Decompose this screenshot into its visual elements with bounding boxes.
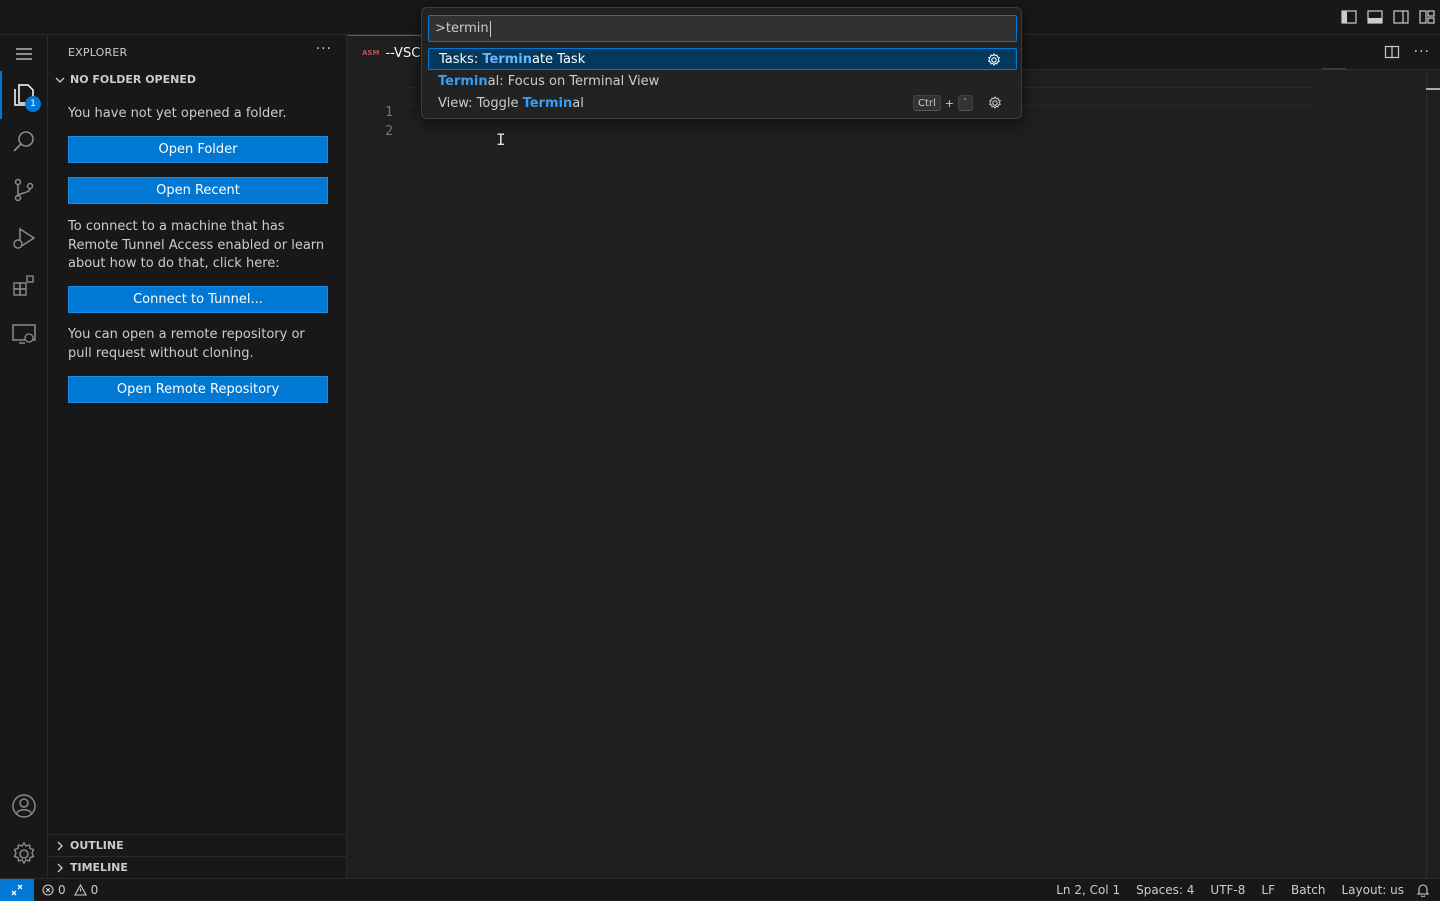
no-folder-section-header[interactable]: NO FOLDER OPENED [54, 73, 196, 86]
keyboard-layout[interactable]: Layout: us [1333, 883, 1412, 897]
explorer-sidebar: EXPLORER ··· NO FOLDER OPENED You have n… [48, 35, 347, 878]
encoding[interactable]: UTF-8 [1202, 883, 1253, 897]
item-suffix: al [572, 95, 584, 111]
configure-keybinding-gear-icon[interactable] [986, 52, 1002, 68]
open-recent-button[interactable]: Open Recent [68, 177, 328, 204]
connect-tunnel-button[interactable]: Connect to Tunnel... [68, 286, 328, 313]
key-ctrl: Ctrl [912, 95, 941, 111]
warning-icon [73, 884, 87, 896]
search-icon[interactable] [0, 118, 48, 166]
outline-label: OUTLINE [70, 839, 124, 852]
timeline-section-header[interactable]: TIMELINE [48, 856, 347, 878]
notifications-bell-icon[interactable] [1416, 883, 1430, 897]
explorer-badge: 1 [25, 96, 41, 112]
status-bar: 0 0 Ln 2, Col 1 Spaces: 4 UTF-8 LF Batch… [0, 878, 1440, 901]
remote-explorer-icon[interactable] [0, 310, 48, 358]
outline-section-header[interactable]: OUTLINE [48, 834, 347, 856]
item-match: Termin [522, 95, 573, 111]
more-actions-icon[interactable]: ··· [316, 41, 332, 57]
editor-more-actions-icon[interactable]: ··· [1414, 44, 1430, 60]
toggle-primary-sidebar-icon[interactable] [1340, 8, 1358, 26]
mouse-ibeam-cursor-icon: I [496, 130, 506, 149]
sidebar-title: EXPLORER [68, 46, 128, 59]
toggle-secondary-sidebar-icon[interactable] [1392, 8, 1410, 26]
editor-actions: ··· [1384, 44, 1430, 60]
item-prefix: View: Toggle [438, 95, 523, 111]
source-control-icon[interactable] [0, 166, 48, 214]
configure-keybinding-gear-icon[interactable] [987, 95, 1003, 111]
layout-controls [1340, 8, 1436, 26]
accounts-icon[interactable] [0, 782, 48, 830]
remote-indicator-icon[interactable] [0, 879, 34, 901]
manage-gear-icon[interactable] [0, 830, 48, 878]
no-folder-text: You have not yet opened a folder. [68, 106, 287, 121]
key-backtick: ` [958, 95, 973, 111]
editor-area: ASM --VSCO ··· 1 2 [348, 35, 1440, 878]
command-palette-input[interactable]: >termin [428, 15, 1017, 42]
text-caret [489, 20, 491, 37]
file-type-icon: ASM [362, 49, 380, 57]
key-plus: + [944, 96, 954, 110]
timeline-label: TIMELINE [70, 861, 128, 874]
chevron-right-icon [57, 863, 63, 872]
item-match: Termin [482, 51, 532, 67]
problems-indicator[interactable]: 0 0 [42, 879, 98, 901]
cursor-position[interactable]: Ln 2, Col 1 [1048, 883, 1128, 897]
tunnel-text: To connect to a machine that has Remote … [68, 219, 325, 271]
line-number: 1 [385, 105, 393, 120]
command-palette: >termin Tasks: Termin ate Task Termin al: … [421, 7, 1022, 119]
indentation[interactable]: Spaces: 4 [1128, 883, 1202, 897]
warning-count: 0 [90, 883, 99, 897]
open-folder-button[interactable]: Open Folder [68, 136, 328, 163]
run-debug-icon[interactable] [0, 214, 48, 262]
palette-item-focus-terminal[interactable]: Termin al: Focus on Terminal View [428, 70, 1017, 92]
editor-scrollbar[interactable] [1426, 70, 1440, 878]
activity-bar: 1 [0, 35, 48, 878]
end-of-line[interactable]: LF [1253, 883, 1283, 897]
minimap[interactable] [1322, 68, 1346, 70]
keybinding: Ctrl + ` [912, 95, 973, 111]
item-suffix: ate Task [531, 51, 586, 67]
scrollbar-cursor-marker [1426, 88, 1440, 90]
item-prefix: Tasks: [439, 51, 483, 67]
customize-layout-icon[interactable] [1418, 8, 1436, 26]
explorer-icon[interactable]: 1 [0, 71, 48, 119]
open-remote-repository-button[interactable]: Open Remote Repository [68, 376, 328, 403]
split-editor-icon[interactable] [1384, 44, 1400, 60]
status-bar-right: Ln 2, Col 1 Spaces: 4 UTF-8 LF Batch Lay… [1048, 879, 1430, 901]
section-title: NO FOLDER OPENED [70, 73, 196, 86]
chevron-right-icon [57, 841, 63, 850]
command-palette-input-value: >termin [435, 21, 489, 36]
item-match: Termin [438, 73, 488, 89]
remote-repo-text: You can open a remote repository or pull… [68, 327, 305, 361]
error-count: 0 [58, 883, 66, 897]
item-suffix: al: Focus on Terminal View [487, 73, 660, 89]
palette-item-terminate-task[interactable]: Tasks: Termin ate Task [428, 48, 1017, 70]
line-number: 2 [385, 124, 393, 139]
toggle-panel-icon[interactable] [1366, 8, 1384, 26]
chevron-down-icon [55, 77, 65, 83]
extensions-icon[interactable] [0, 262, 48, 310]
palette-item-toggle-terminal[interactable]: View: Toggle Termin al Ctrl + ` [428, 92, 1017, 114]
error-icon [42, 884, 54, 896]
language-mode[interactable]: Batch [1283, 883, 1334, 897]
